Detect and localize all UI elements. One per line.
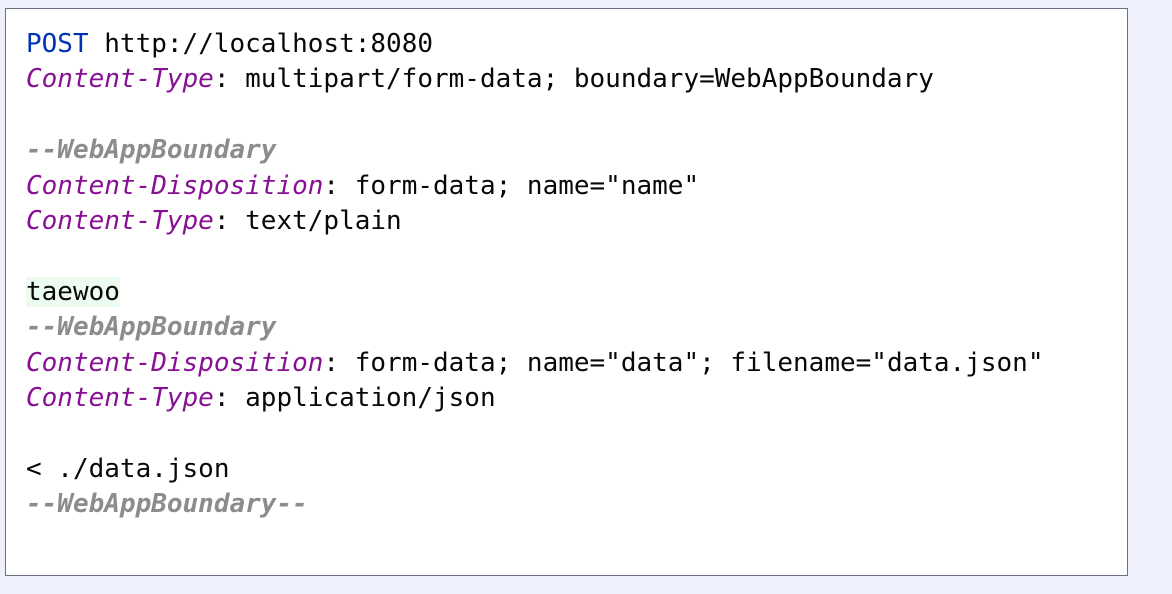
code-editor[interactable]: POST http://localhost:8080 Content-Type:…: [5, 8, 1128, 576]
header-value: : form-data; name="name": [323, 170, 700, 201]
code-line-content-type: Content-Type: multipart/form-data; bound…: [26, 62, 1043, 97]
header-name: Content-Type: [26, 205, 214, 236]
code-line-request: POST http://localhost:8080: [26, 27, 1043, 62]
header-value: : form-data; name="data"; filename="data…: [323, 347, 1044, 378]
code-line-closing-boundary: --WebAppBoundary--: [26, 487, 1043, 522]
code-line-file-reference: < ./data.json: [26, 452, 1043, 487]
header-name: Content-Disposition: [26, 347, 324, 378]
file-reference: < ./data.json: [26, 453, 230, 484]
code-line-content-disposition: Content-Disposition: form-data; name="na…: [26, 169, 1043, 204]
closing-boundary-marker: --WebAppBoundary--: [26, 489, 308, 520]
header-value: : application/json: [213, 382, 496, 413]
header-value: : multipart/form-data; boundary=WebAppBo…: [213, 64, 934, 95]
boundary-marker: --WebAppBoundary: [26, 312, 277, 343]
header-name: Content-Disposition: [26, 170, 324, 201]
http-request-code: POST http://localhost:8080 Content-Type:…: [26, 27, 1043, 522]
code-line-boundary: --WebAppBoundary: [26, 133, 1043, 168]
code-line-content-disposition: Content-Disposition: form-data; name="da…: [26, 346, 1043, 381]
part-body-text: taewoo: [26, 276, 120, 307]
boundary-marker: --WebAppBoundary: [26, 135, 277, 166]
code-line-body: taewoo: [26, 275, 1043, 310]
request-url: http://localhost:8080: [88, 29, 433, 59]
code-line-content-type: Content-Type: application/json: [26, 381, 1043, 416]
header-name: Content-Type: [26, 64, 214, 95]
code-line-boundary: --WebAppBoundary: [26, 310, 1043, 345]
header-value: : text/plain: [213, 205, 402, 236]
http-method: POST: [26, 29, 89, 59]
code-line-content-type: Content-Type: text/plain: [26, 204, 1043, 239]
header-name: Content-Type: [26, 382, 214, 413]
